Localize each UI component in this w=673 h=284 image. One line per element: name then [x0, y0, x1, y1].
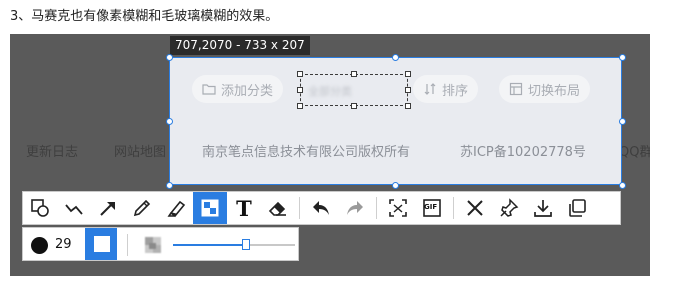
tool-options-bar: 29 — [22, 227, 299, 261]
shape-tool[interactable] — [23, 192, 57, 224]
download-button[interactable] — [526, 192, 560, 224]
add-category-pill: 添加分类 — [192, 75, 284, 103]
pencil-icon — [133, 199, 151, 217]
pin-icon — [500, 198, 519, 217]
polyline-tool[interactable] — [57, 192, 91, 224]
footer-link-sitemap: 网站地图 — [114, 145, 167, 160]
mosaic-handle[interactable] — [297, 71, 303, 77]
layout-icon — [509, 82, 523, 96]
switch-layout-label: 切换布局 — [528, 83, 581, 99]
annotation-toolbar: T GIF — [22, 191, 621, 225]
resize-handle-e[interactable] — [619, 118, 626, 125]
copy-icon — [569, 199, 586, 217]
mosaic-region[interactable] — [300, 74, 408, 106]
mosaic-handle[interactable] — [405, 103, 411, 109]
mosaic-handle[interactable] — [351, 71, 357, 77]
add-category-label: 添加分类 — [221, 83, 274, 99]
eraser-icon — [268, 201, 286, 216]
polyline-icon — [65, 204, 83, 215]
footer-qq-group: QQ群 — [619, 145, 650, 160]
folder-icon — [202, 84, 216, 95]
mosaic-tool[interactable] — [193, 192, 227, 224]
text-tool[interactable]: T — [227, 192, 261, 224]
gif-button[interactable]: GIF — [415, 192, 449, 224]
arrow-tool[interactable] — [91, 192, 125, 224]
resize-handle-sw[interactable] — [166, 182, 173, 189]
cancel-button[interactable] — [458, 192, 492, 224]
pencil-tool[interactable] — [125, 192, 159, 224]
switch-layout-pill: 切换布局 — [499, 75, 591, 103]
blur-mode-icon[interactable] — [143, 235, 163, 255]
slider-fill — [173, 244, 247, 246]
redo-icon — [347, 201, 363, 215]
shapes-icon — [31, 199, 49, 217]
mosaic-handle[interactable] — [297, 87, 303, 93]
ocr-button[interactable] — [381, 192, 415, 224]
undo-icon — [313, 201, 329, 215]
resize-handle-n[interactable] — [392, 54, 399, 61]
download-icon — [534, 200, 552, 217]
caption-text: 3、马赛克也有像素模糊和毛玻璃模糊的效果。 — [10, 9, 279, 24]
scan-icon — [389, 199, 407, 217]
footer-copyright-highlight: 南京笔点信息技术有限公司版权所有 — [202, 145, 411, 160]
blur-level-slider[interactable] — [173, 244, 295, 246]
undo-button[interactable] — [304, 192, 338, 224]
brush-size-value: 29 — [55, 237, 72, 252]
gif-label: GIF — [424, 203, 438, 211]
pin-button[interactable] — [492, 192, 526, 224]
sort-pill: 排序 — [413, 75, 479, 103]
sort-icon — [424, 83, 436, 95]
mosaic-handle[interactable] — [405, 87, 411, 93]
close-icon — [467, 200, 483, 216]
copy-button[interactable] — [560, 192, 594, 224]
mosaic-icon — [201, 199, 219, 217]
color-swatch — [94, 236, 110, 252]
toolbar-divider — [299, 197, 300, 219]
eraser-tool[interactable] — [261, 192, 295, 224]
brush-size-dot[interactable] — [31, 237, 48, 254]
options-divider — [127, 234, 128, 256]
toolbar-divider — [453, 197, 454, 219]
marker-icon — [167, 200, 186, 218]
redo-button[interactable] — [338, 192, 372, 224]
selection-area[interactable]: 添加分类 全部分类 排序 切换布局 南京笔点信息技术有限公司版权所有 苏ICP备… — [169, 57, 622, 185]
resize-handle-nw[interactable] — [166, 54, 173, 61]
selection-size-label: 707,2070 - 733 x 207 — [170, 36, 310, 55]
mosaic-handle[interactable] — [405, 71, 411, 77]
resize-handle-s[interactable] — [392, 182, 399, 189]
footer-link-changelog: 更新日志 — [26, 145, 79, 160]
resize-handle-ne[interactable] — [619, 54, 626, 61]
slider-thumb[interactable] — [242, 239, 251, 250]
marker-tool[interactable] — [159, 192, 193, 224]
text-icon: T — [236, 195, 252, 221]
arrow-icon — [100, 202, 115, 216]
resize-handle-se[interactable] — [619, 182, 626, 189]
footer-icp-highlight: 苏ICP备10202778号 — [460, 145, 586, 160]
mosaic-handle[interactable] — [351, 103, 357, 109]
resize-handle-w[interactable] — [166, 118, 173, 125]
mosaic-handle[interactable] — [297, 103, 303, 109]
color-picker[interactable] — [85, 228, 117, 260]
toolbar-divider — [376, 197, 377, 219]
sort-label: 排序 — [442, 83, 469, 99]
